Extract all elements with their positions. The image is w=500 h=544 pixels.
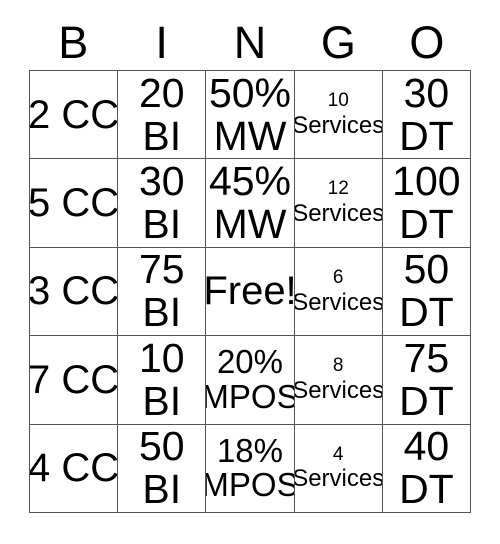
bingo-cell-value-top: 4 CC [30,446,119,491]
bingo-header-row: B I N G O [29,14,471,70]
bingo-cell-value-bottom: MPOS [206,377,295,415]
bingo-cell-b2[interactable]: 5 CC [30,159,119,248]
bingo-cell-value-bottom: DT [399,289,454,336]
bingo-cell-i2[interactable]: 30 BI [118,159,207,248]
bingo-cell-value-top: 75 [138,247,185,293]
bingo-cell-value-top: 30 [138,159,185,205]
bingo-cell-value-top: 45% [208,159,292,205]
bingo-grid: 2 CC 20 BI 50% MW 10 Services 30 DT 5 CC 30 BI 45% MW… [29,70,471,513]
bingo-cell-b5[interactable]: 4 CC [30,424,119,513]
bingo-cell-value-top: 7 CC [30,357,119,402]
bingo-cell-value-bottom: DT [399,377,454,424]
bingo-cell-value-bottom: BI [142,466,182,513]
bingo-cell-value-top: 2 CC [30,92,119,137]
bingo-cell-value-bottom: Services [294,288,383,316]
bingo-cell-o1[interactable]: 30 DT [382,71,471,160]
bingo-cell-value-top: 20% [216,343,284,381]
bingo-cell-value-bottom: DT [399,201,454,248]
bingo-cell-value-bottom: Services [294,465,383,493]
bingo-cell-o5[interactable]: 40 DT [382,424,471,513]
bingo-cell-value-bottom: Services [294,111,383,139]
bingo-cell-b1[interactable]: 2 CC [30,71,119,160]
bingo-cell-value-bottom: MW [213,112,287,159]
bingo-cell-value-top: 8 [332,355,344,377]
bingo-cell-value-top: 4 [332,443,344,465]
bingo-header-letter-n: N [233,16,267,68]
bingo-cell-value-top: 10 [138,336,185,381]
bingo-header-letter-g: G [320,16,356,68]
bingo-cell-value-bottom: DT [399,112,454,159]
bingo-cell-value-top: 3 CC [30,269,119,314]
bingo-cell-b3[interactable]: 3 CC [30,247,119,337]
bingo-card: B I N G O 2 CC 20 BI 50% MW 10 Services 30 DT 5 C… [0,0,500,544]
bingo-cell-g5[interactable]: 4 Services [294,424,383,513]
bingo-cell-value-bottom: BI [142,377,182,424]
bingo-header-letter-b: B [58,16,89,68]
bingo-cell-g1[interactable]: 10 Services [294,71,383,160]
bingo-cell-value-bottom: BI [142,112,182,159]
bingo-cell-value-top: 20 [138,71,185,116]
bingo-cell-b4[interactable]: 7 CC [30,336,119,425]
bingo-cell-value-top: 5 CC [30,181,119,226]
bingo-cell-value-top: 50 [138,424,185,470]
bingo-cell-i1[interactable]: 20 BI [118,71,207,160]
bingo-cell-value-top: 50 [403,247,450,293]
bingo-cell-value-top: 100 [392,159,461,205]
bingo-cell-g2[interactable]: 12 Services [294,159,383,248]
bingo-cell-g4[interactable]: 8 Services [294,336,383,425]
bingo-cell-n2[interactable]: 45% MW [206,159,295,248]
bingo-cell-i4[interactable]: 10 BI [118,336,207,425]
bingo-cell-value-bottom: BI [142,201,182,248]
bingo-cell-g3[interactable]: 6 Services [294,247,383,337]
bingo-cell-value-top: 40 [403,424,450,470]
bingo-cell-n4[interactable]: 20% MPOS [206,336,295,425]
bingo-header-letter-o: O [409,16,445,68]
bingo-cell-value-top: 18% [216,431,284,469]
bingo-cell-n1[interactable]: 50% MW [206,71,295,160]
bingo-cell-value-bottom: MPOS [206,466,295,504]
bingo-cell-value-bottom: MW [213,201,287,248]
bingo-cell-value-top: 75 [403,336,450,381]
bingo-cell-n5[interactable]: 18% MPOS [206,424,295,513]
bingo-cell-n3[interactable]: Free! [206,247,295,337]
bingo-cell-value-top: 10 [327,89,349,111]
bingo-cell-value-bottom: Services [294,377,383,405]
bingo-cell-value-top: 6 [332,266,344,288]
bingo-cell-value-bottom: BI [142,289,182,336]
bingo-cell-i3[interactable]: 75 BI [118,247,207,337]
bingo-header-letter-i: I [155,16,168,68]
bingo-cell-o2[interactable]: 100 DT [382,159,471,248]
bingo-cell-value-top: 50% [208,71,292,116]
bingo-cell-value-top: 12 [327,178,349,200]
bingo-cell-o3[interactable]: 50 DT [382,247,471,337]
bingo-cell-value-top: Free! [206,269,295,314]
bingo-cell-value-top: 30 [403,71,450,116]
bingo-cell-i5[interactable]: 50 BI [118,424,207,513]
bingo-cell-value-bottom: Services [294,200,383,228]
bingo-cell-value-bottom: DT [399,466,454,513]
bingo-cell-o4[interactable]: 75 DT [382,336,471,425]
